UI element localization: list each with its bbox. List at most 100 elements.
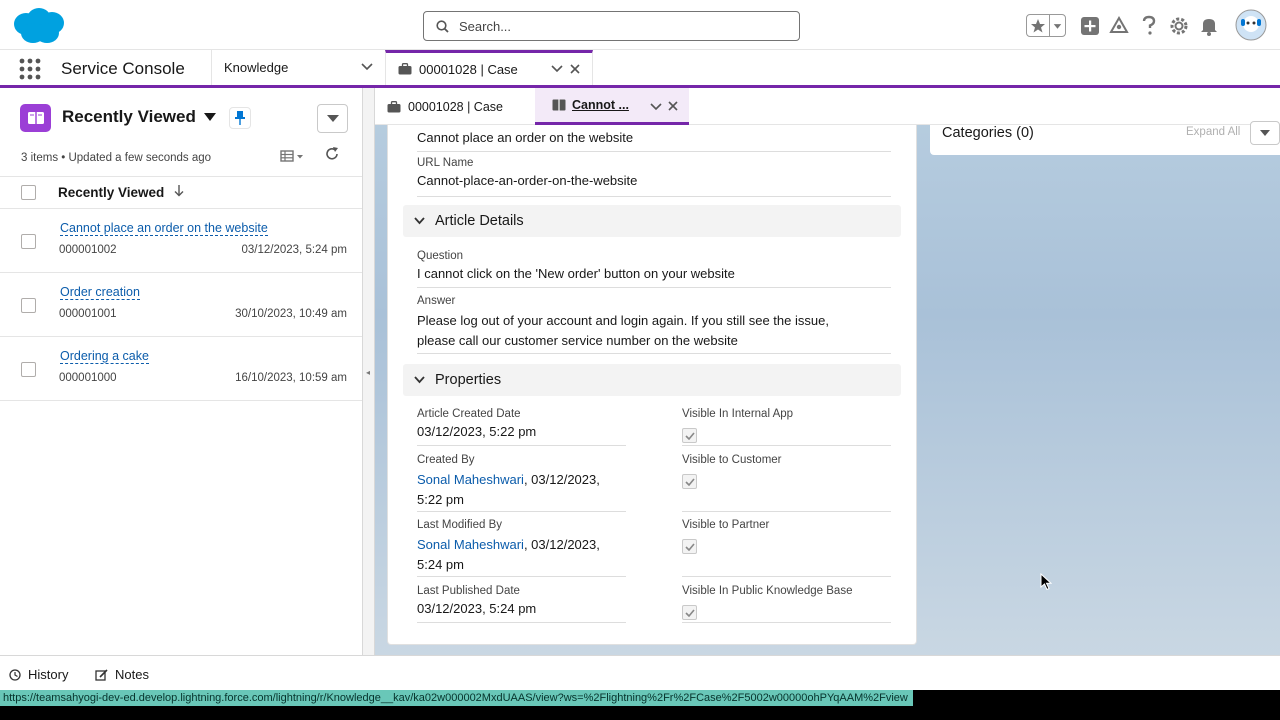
row-checkbox[interactable] <box>21 362 36 377</box>
recently-viewed-panel: Recently Viewed 3 items • Updated a few … <box>0 88 363 655</box>
close-icon[interactable] <box>668 101 678 111</box>
search-icon <box>436 19 449 33</box>
section-article-details[interactable]: Article Details <box>403 205 901 237</box>
published-date-label: Last Published Date <box>417 585 520 597</box>
section-properties[interactable]: Properties <box>403 364 901 396</box>
notes-utility[interactable]: Notes <box>95 667 149 682</box>
section-title: Properties <box>435 372 502 388</box>
created-date-label: Article Created Date <box>417 408 521 420</box>
history-label: History <box>28 667 69 682</box>
article-link[interactable]: Ordering a cake <box>60 349 149 364</box>
navigation-selector-label: Knowledge <box>224 60 289 75</box>
gear-icon[interactable] <box>1169 16 1189 36</box>
question-field: Question I cannot click on the 'New orde… <box>417 250 891 288</box>
trailhead-icon[interactable] <box>1109 16 1129 36</box>
title-value: Cannot place an order on the website <box>417 130 634 145</box>
categories-title: Categories (0) <box>942 125 1034 141</box>
created-by-user-link[interactable]: Sonal Maheshwari <box>417 472 524 487</box>
categories-dropdown[interactable] <box>1250 121 1280 145</box>
global-search-input[interactable]: Search... <box>423 11 800 41</box>
display-as-table-icon[interactable] <box>280 148 306 164</box>
pin-list-button[interactable] <box>229 107 251 129</box>
row-checkbox[interactable] <box>21 298 36 313</box>
subtab-case-label: 00001028 | Case <box>408 99 503 114</box>
article-link[interactable]: Order creation <box>60 285 140 300</box>
created-by-value: Sonal Maheshwari, 03/12/2023, 5:22 pm <box>417 470 626 510</box>
list-view-chevron-icon[interactable] <box>204 113 216 122</box>
chevron-down-icon[interactable] <box>650 102 662 112</box>
help-icon[interactable] <box>1140 15 1158 37</box>
answer-label: Answer <box>417 295 456 307</box>
visible-internal-checkbox <box>682 428 697 443</box>
list-item: Ordering a cake 000001000 16/10/2023, 10… <box>0 337 362 401</box>
app-launcher-icon[interactable] <box>19 58 41 80</box>
modified-by-user-link[interactable]: Sonal Maheshwari <box>417 537 524 552</box>
utility-bar: History Notes <box>0 655 1280 690</box>
select-all-checkbox[interactable] <box>21 185 36 200</box>
chevron-down-icon <box>1049 15 1062 36</box>
check-icon <box>684 477 695 486</box>
mouse-cursor-icon <box>1040 573 1052 591</box>
article-number: 000001002 <box>59 244 117 256</box>
question-value: I cannot click on the 'New order' button… <box>417 266 735 281</box>
expand-all-button[interactable]: Expand All <box>1186 126 1240 138</box>
created-by-date: , 03/12/2023, <box>523 472 600 487</box>
list-actions-dropdown[interactable] <box>317 104 348 133</box>
salesforce-logo[interactable] <box>11 6 67 46</box>
navigation-bar: Service Console Knowledge 00001028 | Cas… <box>0 50 1280 88</box>
visible-partner-checkbox <box>682 539 697 554</box>
created-by-time: 5:22 pm <box>417 492 464 507</box>
chevron-down-icon[interactable] <box>551 64 563 74</box>
article-date: 03/12/2023, 5:24 pm <box>241 244 348 256</box>
article-link[interactable]: Cannot place an order on the website <box>60 221 268 236</box>
navigation-selector[interactable]: Knowledge <box>211 50 385 85</box>
visible-internal-label: Visible In Internal App <box>682 408 794 420</box>
chevron-down-icon <box>326 114 339 122</box>
favorites-button[interactable] <box>1026 14 1066 37</box>
modified-by-label: Last Modified By <box>417 519 503 531</box>
search-placeholder: Search... <box>459 18 512 34</box>
status-url: https://teamsahyogi-dev-ed.develop.light… <box>0 690 913 706</box>
workspace-tab-case[interactable]: 00001028 | Case <box>385 50 593 85</box>
article-date: 16/10/2023, 10:59 am <box>235 372 347 384</box>
panel-splitter[interactable]: ◂ <box>363 88 375 655</box>
question-label: Question <box>417 250 464 262</box>
url-name-value: Cannot-place-an-order-on-the-website <box>417 173 638 188</box>
list-view-title[interactable]: Recently Viewed <box>62 107 196 127</box>
visible-customer-label: Visible to Customer <box>682 454 782 466</box>
row-checkbox[interactable] <box>21 234 36 249</box>
answer-field: Answer Please log out of your account an… <box>417 295 891 354</box>
created-by-label: Created By <box>417 454 475 466</box>
list-column-header: Recently Viewed <box>0 176 362 209</box>
created-date-field: Article Created Date 03/12/2023, 5:22 pm <box>417 408 626 446</box>
sort-arrow-down-icon[interactable] <box>174 185 184 197</box>
article-date: 30/10/2023, 10:49 am <box>235 308 347 320</box>
published-date-field: Last Published Date 03/12/2023, 5:24 pm <box>417 585 626 623</box>
subtab-case[interactable]: 00001028 | Case <box>387 88 503 125</box>
refresh-icon[interactable] <box>324 146 340 162</box>
chevron-down-icon <box>361 63 373 71</box>
pin-icon <box>235 111 245 125</box>
history-utility[interactable]: History <box>9 667 68 682</box>
notes-label: Notes <box>115 667 149 682</box>
answer-line: Please log out of your account and login… <box>417 313 829 328</box>
case-briefcase-icon <box>387 100 401 112</box>
list-item: Cannot place an order on the website 000… <box>0 209 362 273</box>
visible-public-label: Visible In Public Knowledge Base <box>682 585 853 597</box>
column-header-label[interactable]: Recently Viewed <box>58 185 164 200</box>
created-by-field: Created By Sonal Maheshwari, 03/12/2023,… <box>417 454 626 512</box>
chevron-down-icon <box>1260 129 1270 136</box>
close-icon[interactable] <box>570 64 580 74</box>
check-icon <box>684 608 695 617</box>
subtab-article[interactable]: Cannot ... <box>535 88 689 125</box>
published-date-value: 03/12/2023, 5:24 pm <box>417 601 537 616</box>
chevron-down-icon <box>414 217 425 225</box>
list-meta-text: 3 items • Updated a few seconds ago <box>21 152 212 164</box>
avatar[interactable] <box>1235 9 1267 41</box>
knowledge-book-icon <box>552 99 566 111</box>
global-actions-icon[interactable] <box>1080 16 1100 36</box>
subtab-bar: 00001028 | Case Cannot ... <box>375 88 1280 125</box>
bell-icon[interactable] <box>1200 16 1218 36</box>
collapse-arrow-icon[interactable]: ◂ <box>366 368 370 377</box>
modified-by-field: Last Modified By Sonal Maheshwari, 03/12… <box>417 519 626 577</box>
